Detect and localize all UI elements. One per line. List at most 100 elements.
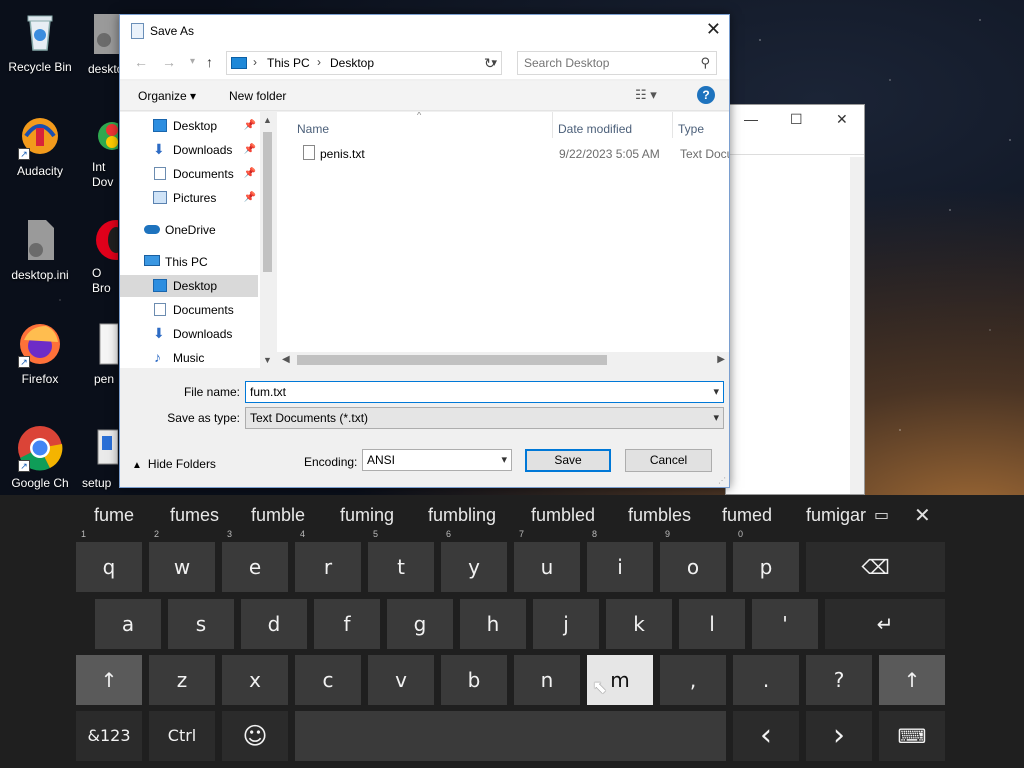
up-arrow-icon[interactable]: ↑	[206, 54, 213, 70]
keyboard-settings-icon[interactable]: ▭	[874, 505, 889, 525]
key-p[interactable]: 0p	[733, 529, 799, 592]
suggestion-item[interactable]: fumbled	[531, 505, 595, 526]
key-b[interactable]: b	[441, 655, 507, 705]
navigation-pane-scrollbar[interactable]: ▲ ▼	[260, 112, 276, 368]
key-k[interactable]: k	[606, 599, 672, 649]
key-f[interactable]: f	[314, 599, 380, 649]
chevron-right-icon[interactable]: ▶	[717, 354, 725, 365]
key-r[interactable]: 4r	[295, 529, 361, 592]
suggestion-item[interactable]: fumes	[170, 505, 219, 526]
refresh-icon[interactable]: ↻	[484, 55, 496, 72]
key-h[interactable]: h	[460, 599, 526, 649]
key-y[interactable]: 6y	[441, 529, 507, 592]
nav-item-pc-music[interactable]: ♪ Music	[120, 347, 258, 368]
suggestion-item[interactable]: fumbling	[428, 505, 496, 526]
nav-item-pc-downloads[interactable]: ⬇ Downloads	[120, 323, 258, 345]
suggestion-item[interactable]: fume	[94, 505, 134, 526]
new-folder-button[interactable]: New folder	[229, 89, 286, 103]
key-z[interactable]: z	[149, 655, 215, 705]
file-row[interactable]: penis.txt 9/22/2023 5:05 AM Text Docu	[295, 142, 729, 164]
backspace-key[interactable]: ⌫	[806, 542, 945, 592]
desktop-icon-partial[interactable]: setup	[82, 424, 122, 491]
column-header-name[interactable]: Name	[297, 122, 329, 136]
search-input[interactable]	[524, 56, 684, 70]
column-divider[interactable]	[672, 112, 673, 138]
keyboard-layout-key[interactable]: ⌨	[879, 711, 945, 761]
address-bar[interactable]: › This PC › Desktop ▾	[226, 51, 502, 75]
forward-arrow-icon[interactable]: →	[162, 54, 176, 70]
breadcrumb-desktop[interactable]: Desktop	[330, 56, 374, 70]
file-list-horizontal-scrollbar[interactable]: ◀ ▶	[277, 352, 729, 368]
key-d[interactable]: d	[241, 599, 307, 649]
key-x[interactable]: x	[222, 655, 288, 705]
cancel-button[interactable]: Cancel	[625, 449, 712, 472]
background-notepad-window[interactable]: — ☐ ✕	[725, 104, 865, 495]
scrollbar-thumb[interactable]	[263, 132, 272, 272]
key-g[interactable]: g	[387, 599, 453, 649]
shift-key-right[interactable]: ↑	[879, 655, 945, 705]
chevron-down-icon[interactable]: ▾	[501, 453, 507, 467]
nav-item-onedrive[interactable]: OneDrive	[120, 219, 258, 241]
change-view-icon[interactable]: ☷ ▾	[635, 87, 657, 103]
dialog-titlebar[interactable]: Save As ✕	[120, 15, 729, 47]
close-icon[interactable]: ✕	[836, 111, 848, 128]
space-bar[interactable]	[295, 711, 726, 761]
chevron-down-icon[interactable]: ▾	[713, 385, 719, 399]
chevron-left-icon[interactable]: ◀	[282, 354, 290, 365]
key-j[interactable]: j	[533, 599, 599, 649]
hide-folders-button[interactable]: ▲ Hide Folders	[132, 457, 216, 471]
emoji-key[interactable]: ☺	[222, 711, 288, 761]
background-window-scrollbar[interactable]	[850, 157, 864, 494]
key-c[interactable]: c	[295, 655, 361, 705]
enter-key[interactable]: ↵	[825, 599, 945, 649]
column-header-type[interactable]: Type	[678, 122, 704, 136]
search-box[interactable]: ⚲	[517, 51, 717, 75]
key-u[interactable]: 7u	[514, 529, 580, 592]
symbols-key[interactable]: &123	[76, 711, 142, 761]
desktop-icon-google-chrome[interactable]: ↗ Google Ch	[2, 424, 78, 491]
background-window-titlebar[interactable]: — ☐ ✕	[726, 105, 864, 155]
save-button[interactable]: Save	[525, 449, 611, 472]
key-s[interactable]: s	[168, 599, 234, 649]
suggestion-item[interactable]: fumed	[722, 505, 772, 526]
key-q[interactable]: 1q	[76, 529, 142, 592]
desktop-icon-firefox[interactable]: ↗ Firefox	[2, 320, 78, 387]
key-v[interactable]: v	[368, 655, 434, 705]
key-comma[interactable]: ,	[660, 655, 726, 705]
desktop-icon-recycle-bin[interactable]: Recycle Bin	[2, 8, 78, 75]
close-icon[interactable]: ✕	[914, 503, 931, 528]
nav-item-this-pc[interactable]: This PC	[120, 251, 258, 273]
chevron-down-icon[interactable]: ▼	[263, 355, 272, 365]
desktop-icon-audacity[interactable]: ↗ Audacity	[2, 112, 78, 179]
maximize-icon[interactable]: ☐	[790, 111, 803, 128]
suggestion-item[interactable]: fumigar	[806, 505, 866, 526]
column-divider[interactable]	[552, 112, 553, 138]
file-name-field[interactable]: fum.txt ▾	[245, 381, 724, 403]
right-arrow-key[interactable]: ›	[806, 711, 872, 761]
resize-grip-icon[interactable]: ⋰	[718, 476, 726, 485]
help-icon[interactable]: ?	[697, 86, 715, 104]
chevron-up-icon[interactable]: ▲	[263, 115, 272, 125]
shift-key-left[interactable]: ↑	[76, 655, 142, 705]
close-icon[interactable]: ✕	[706, 19, 721, 40]
key-period[interactable]: .	[733, 655, 799, 705]
nav-item-pc-documents[interactable]: Documents	[120, 299, 258, 321]
key-w[interactable]: 2w	[149, 529, 215, 592]
recent-locations-icon[interactable]: ▾	[190, 56, 195, 67]
nav-item-quick-desktop[interactable]: Desktop 📌	[120, 115, 258, 137]
key-apostrophe[interactable]: '	[752, 599, 818, 649]
save-as-type-select[interactable]: Text Documents (*.txt) ▾	[245, 407, 724, 429]
ctrl-key[interactable]: Ctrl	[149, 711, 215, 761]
key-i[interactable]: 8i	[587, 529, 653, 592]
scrollbar-thumb[interactable]	[297, 355, 607, 365]
nav-item-quick-downloads[interactable]: ⬇ Downloads 📌	[120, 139, 258, 161]
key-t[interactable]: 5t	[368, 529, 434, 592]
minimize-icon[interactable]: —	[744, 111, 758, 127]
key-e[interactable]: 3e	[222, 529, 288, 592]
nav-item-quick-pictures[interactable]: Pictures 📌	[120, 187, 258, 209]
nav-item-quick-documents[interactable]: Documents 📌	[120, 163, 258, 185]
key-question[interactable]: ?	[806, 655, 872, 705]
key-n[interactable]: n	[514, 655, 580, 705]
nav-item-pc-desktop[interactable]: Desktop	[120, 275, 258, 297]
breadcrumb-this-pc[interactable]: This PC	[267, 56, 310, 70]
